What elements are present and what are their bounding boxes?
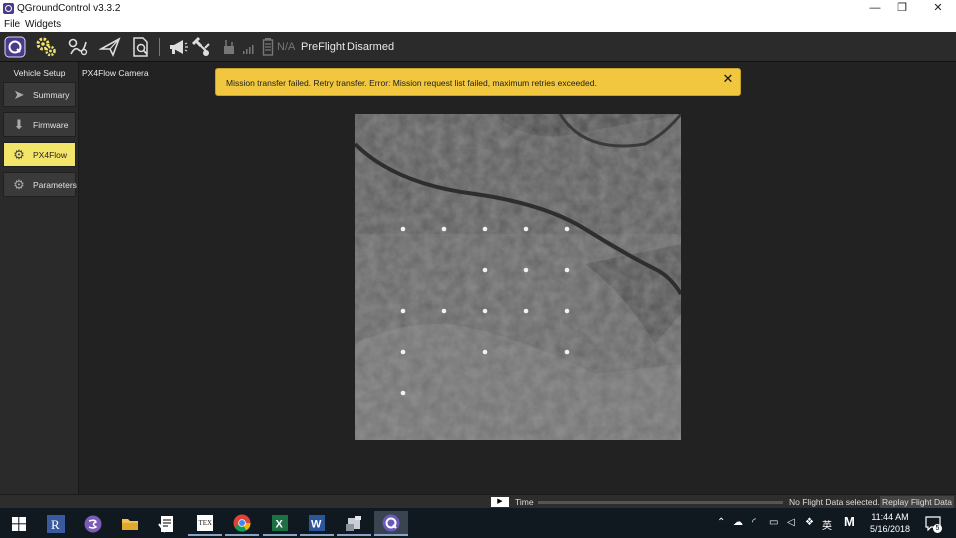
ime-mode-icon[interactable]: M — [844, 514, 855, 529]
volume-muted-icon[interactable]: ◁ — [787, 517, 795, 528]
sidebar-item-parameters[interactable]: ⚙ Parameters — [3, 172, 77, 197]
emacs-icon[interactable] — [76, 511, 110, 536]
sidebar-item-summary[interactable]: ➤ Summary — [3, 82, 76, 107]
messages-megaphone-icon[interactable] — [166, 36, 190, 58]
gps-satellite-icon[interactable] — [190, 36, 214, 58]
arm-state[interactable]: Disarmed — [347, 41, 394, 53]
battery-tray-icon[interactable]: ▭ — [769, 517, 778, 528]
rstudio-icon[interactable]: R — [39, 511, 73, 536]
time-label: Time — [515, 497, 534, 507]
sidebar-item-firmware[interactable]: ⬇ Firmware — [3, 112, 76, 137]
notification-count: 5 — [933, 524, 942, 533]
toolbar-divider — [159, 38, 160, 56]
sidebar-item-label: Summary — [33, 90, 70, 100]
show-hidden-icons-chevron-icon[interactable]: ⌃ — [717, 517, 725, 528]
server-app-icon[interactable] — [337, 511, 371, 536]
clock[interactable]: 11:44 AM 5/16/2018 — [862, 511, 918, 535]
excel-icon[interactable]: X — [263, 511, 297, 536]
ime-language-indicator[interactable]: 英 — [822, 517, 832, 532]
file-explorer-icon[interactable] — [113, 511, 147, 536]
dropbox-icon[interactable]: ❖ — [805, 517, 814, 528]
no-flight-data-text: No Flight Data selected.. — [789, 497, 883, 507]
px4flow-camera-image — [355, 114, 681, 440]
error-message: Mission transfer failed. Retry transfer.… — [226, 78, 597, 88]
replay-slider[interactable] — [538, 501, 783, 504]
window-title: QGroundControl v3.3.2 — [17, 3, 121, 14]
svg-text:W: W — [311, 518, 322, 530]
play-button[interactable]: ▶ — [491, 497, 509, 507]
replay-flight-data-button[interactable]: Replay Flight Data — [880, 496, 954, 508]
sidebar-item-label: PX4Flow — [33, 150, 68, 160]
vehicle-setup-gears-icon[interactable] — [34, 36, 58, 58]
battery-icon — [258, 36, 278, 58]
sidebar-heading: Vehicle Setup — [13, 68, 66, 78]
menu-bar: File Widgets — [0, 17, 956, 32]
restore-button[interactable]: ❐ — [891, 1, 913, 15]
gears-icon: ⚙ — [13, 177, 25, 192]
clock-date: 5/16/2018 — [869, 524, 911, 534]
qgc-logo-icon[interactable] — [3, 36, 27, 58]
analyze-view-icon[interactable] — [129, 36, 153, 58]
qgc-app-icon — [3, 3, 14, 14]
texmaker-icon[interactable]: TEX — [188, 511, 222, 536]
plan-view-icon[interactable] — [66, 36, 90, 58]
clock-time: 11:44 AM — [871, 512, 909, 522]
main-toolbar: N/A PreFlight Disarmed — [0, 32, 956, 62]
network-icon[interactable]: ◜ — [752, 517, 756, 528]
chrome-icon[interactable] — [225, 511, 259, 536]
flight-mode-selector[interactable]: PreFlight — [301, 41, 345, 53]
windows-taskbar: R TEX X W ⌃ ☁ ◜ ▭ ◁ ❖ 英 M 11:44 AM 5/16/… — [0, 508, 956, 538]
download-icon: ⬇ — [13, 117, 25, 132]
battery-status: N/A — [277, 41, 296, 53]
menu-file[interactable]: File — [4, 19, 20, 30]
onedrive-cloud-icon[interactable]: ☁ — [733, 517, 743, 528]
svg-text:TEX: TEX — [199, 519, 213, 527]
fly-view-plane-icon[interactable] — [98, 36, 122, 58]
qgroundcontrol-taskbar-icon[interactable] — [374, 511, 408, 536]
svg-text:X: X — [276, 518, 284, 530]
setup-sidebar: Vehicle Setup ➤ Summary ⬇ Firmware ⚙ PX4… — [0, 62, 79, 494]
sidebar-item-px4flow[interactable]: ⚙ PX4Flow — [3, 142, 76, 167]
windows-start-icon[interactable] — [2, 511, 36, 536]
gears-icon: ⚙ — [13, 147, 25, 162]
page-title: PX4Flow Camera — [82, 68, 149, 78]
error-banner: Mission transfer failed. Retry transfer.… — [215, 68, 741, 96]
sidebar-item-label: Parameters — [33, 180, 77, 190]
menu-widgets[interactable]: Widgets — [25, 19, 61, 30]
flight-data-statusbar: ▶ Time No Flight Data selected.. Replay … — [0, 494, 956, 508]
minimize-button[interactable]: — — [864, 1, 886, 15]
close-icon[interactable]: ✕ — [720, 70, 736, 88]
word-icon[interactable]: W — [300, 511, 334, 536]
sidebar-item-label: Firmware — [33, 120, 69, 130]
svg-text:R: R — [51, 517, 60, 532]
action-center-icon[interactable]: 5 — [924, 515, 942, 533]
title-bar: QGroundControl v3.3.2 — ❐ ✕ — [0, 0, 956, 17]
close-window-button[interactable]: ✕ — [927, 1, 949, 15]
pdf-tool-icon[interactable] — [150, 511, 184, 536]
signal-strength-icon — [236, 36, 260, 58]
paper-plane-icon: ➤ — [13, 87, 25, 102]
